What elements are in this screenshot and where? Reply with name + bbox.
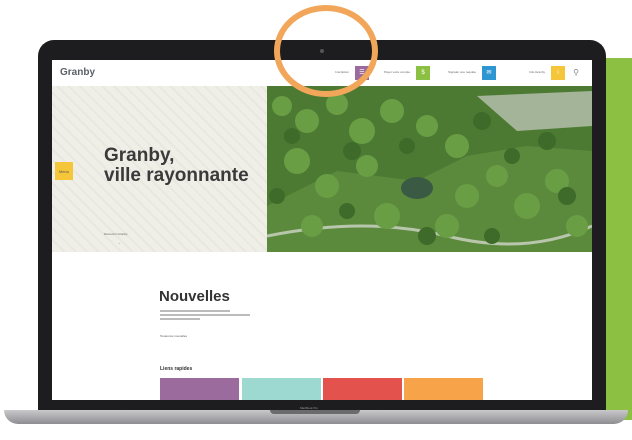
envelope-icon: ✉ [486,70,492,76]
site-logo[interactable]: Granby [60,67,95,78]
quick-link-tile[interactable] [242,378,321,400]
hero-link[interactable]: Découvrir Granby [104,232,128,236]
nav-box-info: i [551,66,565,80]
news-link[interactable]: Toutes les nouvelles [160,334,187,338]
aerial-park-illustration [267,86,592,252]
hero-title-line2: ville rayonnante [104,165,249,186]
nav-box-payer: $ [416,66,430,80]
highlight-circle [274,5,378,97]
hero-title: Granby, ville rayonnante [104,146,249,186]
nav-box-signaler: ✉ [482,66,496,80]
nav-item-label: Info-Granby [529,70,545,74]
laptop-model-label: MacBook Pro [300,406,319,410]
green-background-panel [605,58,632,420]
quick-link-tile[interactable] [404,378,483,400]
quick-link-tile[interactable] [160,378,239,400]
laptop-notch [270,410,360,414]
laptop-screen: Granby Inscription ☰ Payer votre compte … [52,60,592,400]
hero-aerial-image [267,86,592,252]
nav-item-info[interactable]: Info-Granby i [505,66,565,80]
search-icon[interactable]: ⚲ [569,66,583,80]
nav-item-label: Signaler une requête [448,70,476,74]
hero-title-line1: Granby, [104,145,175,166]
dollar-icon: $ [421,70,425,76]
quick-links-title: Liens rapides [160,366,193,372]
quick-link-tile[interactable] [323,378,402,400]
hero-menu-tab-label: Menu [58,168,69,174]
nav-item-signaler[interactable]: Signaler une requête ✉ [432,66,496,80]
news-excerpt [160,310,260,322]
scroll-down-icon[interactable]: ⌄ [118,241,121,245]
hero-menu-tab[interactable]: Menu [55,162,73,180]
info-icon: i [557,70,559,76]
nav-item-label: Payer votre compte [383,70,410,74]
news-title: Nouvelles [159,288,230,305]
